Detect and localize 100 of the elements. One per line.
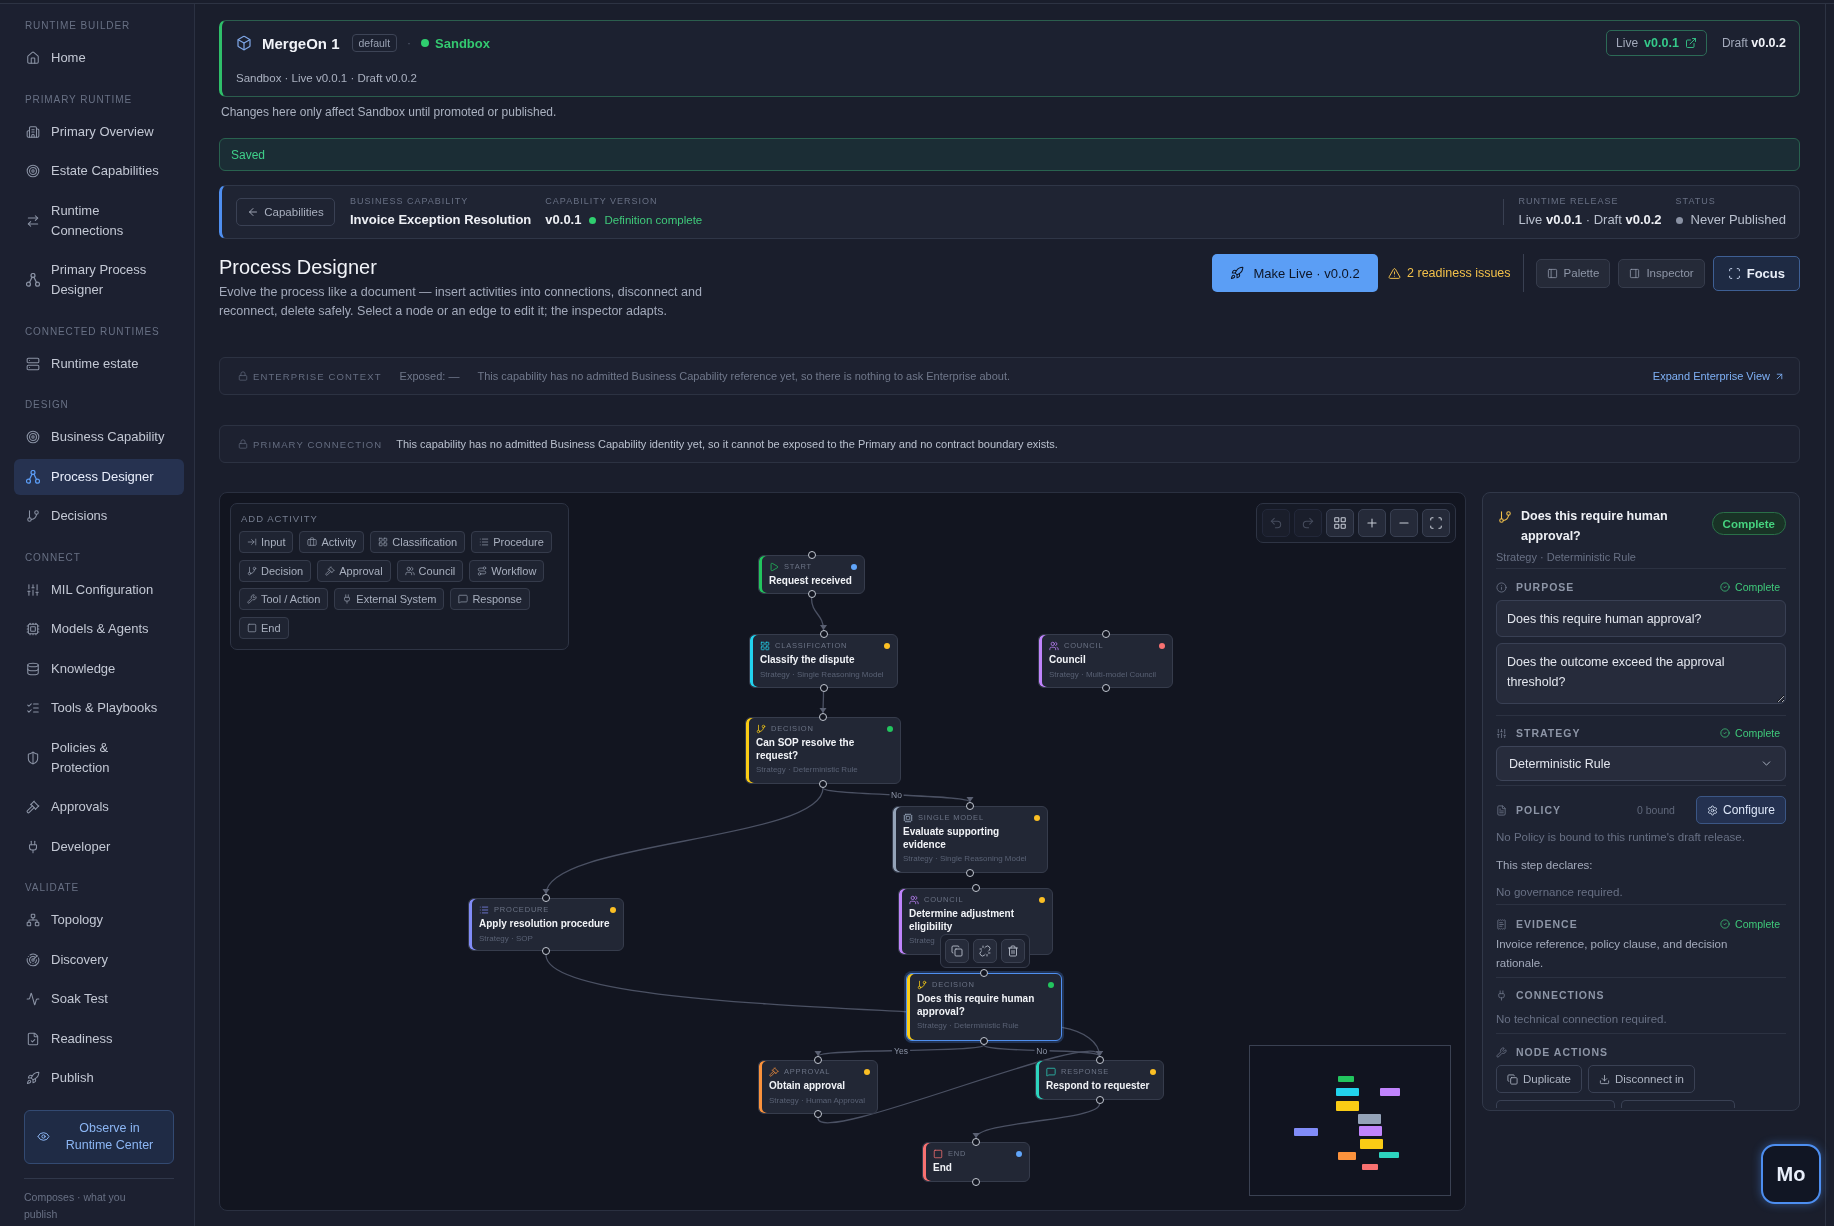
connector-line[interactable] [819,691,827,714]
nav-item[interactable]: Primary Overview [14,113,184,150]
nav-item[interactable]: Home [14,40,184,76]
nav-item[interactable]: Runtime estate [14,345,184,382]
field-value: v0.0.1 [545,212,582,228]
field-label: CAPABILITY VERSION [545,196,659,207]
nav-item[interactable]: Readiness [14,1020,184,1057]
connection-handle[interactable] [980,969,988,977]
context-label: ENTERPRISE CONTEXT [253,370,382,382]
nav-item[interactable]: Decisions [14,498,184,534]
readiness-issues-button[interactable]: 2 readiness issues [1388,266,1511,280]
nav-item[interactable]: Primary Process Designer [14,252,184,308]
minimap[interactable] [1249,1045,1451,1196]
connection-handle[interactable] [542,947,550,955]
section-title: NODE ACTIONS [1516,1046,1609,1058]
delete-button[interactable] [1001,939,1025,963]
connection-handle[interactable] [819,713,827,721]
back-button[interactable]: Capabilities [236,198,335,226]
connection-handle[interactable] [1095,1096,1104,1104]
plug-icon [342,594,353,604]
add-activity-button[interactable]: Procedure [471,531,552,553]
nav-item[interactable]: Estate Capabilities [14,153,184,189]
disconnect-button[interactable] [973,939,997,963]
purpose-name-field[interactable]: Does this require human approval? [1496,600,1786,637]
nav-item[interactable]: Soak Test [14,981,184,1017]
play-icon [769,562,779,572]
connection-handle[interactable] [807,551,816,559]
section-title: PURPOSE [1516,581,1575,593]
node-action-button[interactable]: Duplicate [1496,1065,1582,1093]
make-live-button[interactable]: Make Live · v0.0.2 [1212,254,1379,292]
connection-handle[interactable] [807,590,816,598]
field-value: Never Published [1690,212,1786,228]
connection-handle[interactable] [1095,1056,1104,1064]
connection-handle[interactable] [542,894,550,902]
nav-item[interactable]: Approvals [14,789,184,825]
assistant-button[interactable]: Mo [1761,1144,1821,1204]
minimap-node [1337,1076,1354,1083]
add-activity-button[interactable]: External System [334,588,445,610]
connection-handle[interactable] [814,1110,822,1118]
add-activity-button[interactable]: End [239,616,289,639]
expand-link[interactable]: Expand Enterprise View [1652,370,1785,382]
section-label: CONNECT [25,551,82,564]
add-activity-button[interactable]: Input [239,531,294,553]
add-activity-button[interactable]: Approval [317,559,391,582]
node-action-button[interactable]: Disconnect in [1587,1065,1695,1093]
nav-item[interactable]: Publish [14,1060,184,1096]
connection-handle[interactable] [966,802,974,810]
context-label: PRIMARY CONNECTION [253,438,383,450]
nav-item[interactable]: MIL Configuration [14,571,184,608]
fit-view-button[interactable] [1422,509,1450,537]
nav-item[interactable]: Models & Agents [14,611,184,647]
branch-icon [247,565,257,576]
connection-handle[interactable] [819,684,828,692]
duplicate-button[interactable] [945,939,969,963]
redo-icon [1301,516,1315,530]
add-activity-button[interactable]: Response [450,588,530,610]
nav-item[interactable]: Developer [14,828,184,865]
strategy-select[interactable]: Deterministic Rule [1496,746,1786,781]
nav-item[interactable]: Runtime Connections [14,192,184,249]
zoom-out-button[interactable] [1390,509,1418,537]
add-activity-button[interactable]: Workflow [469,559,545,582]
connection-handle[interactable] [980,1037,988,1045]
live-version-link[interactable]: Live v0.0.1 [1606,30,1707,56]
connection-handle[interactable] [972,1138,980,1146]
house-icon [26,51,40,65]
connection-handle[interactable] [819,630,828,638]
add-activity-button[interactable]: Council [396,559,464,582]
connection-handle[interactable] [1101,684,1110,692]
lock-icon [238,439,248,449]
zoom-in-button[interactable] [1358,509,1386,537]
nav-item[interactable]: Policies & Protection [14,729,184,786]
configure-button[interactable]: Configure [1695,796,1786,824]
environment-name: MergeOn 1 [262,34,340,52]
node-graph-icon [26,469,40,484]
nav-item[interactable]: Tools & Playbooks [14,690,184,726]
connection-handle[interactable] [1101,630,1110,638]
view-toggle-button[interactable]: Inspector [1618,258,1705,288]
edge-label: No [889,790,904,800]
building-icon [26,124,40,139]
nav-item[interactable]: Knowledge [14,650,184,687]
purpose-question-field[interactable]: Does the outcome exceed the approval threshold? [1496,643,1786,704]
add-activity-button[interactable]: Decision [239,559,312,582]
field-label: STATUS [1675,196,1717,207]
add-activity-button[interactable]: Tool / Action [239,588,329,610]
view-toggle-button[interactable]: Focus [1712,255,1800,291]
connection-handle[interactable] [972,1178,980,1186]
nav-item[interactable]: Business Capability [14,419,184,455]
connection-handle[interactable] [819,780,827,788]
add-activity-button[interactable]: Activity [299,531,365,553]
connection-handle[interactable] [814,1056,822,1064]
nav-item[interactable]: Discovery [14,941,184,978]
view-toggle-button[interactable]: Palette [1535,258,1611,288]
nav-item[interactable]: Topology [14,902,184,938]
node-action-button[interactable] [1621,1100,1735,1108]
node-action-button[interactable] [1496,1100,1615,1108]
nav-item[interactable]: Process Designer [14,458,184,495]
chip-icon [26,622,40,636]
add-activity-button[interactable]: Classification [370,531,466,553]
layout-button[interactable] [1326,509,1354,537]
observe-button[interactable]: Observe in Runtime Center [24,1109,174,1164]
